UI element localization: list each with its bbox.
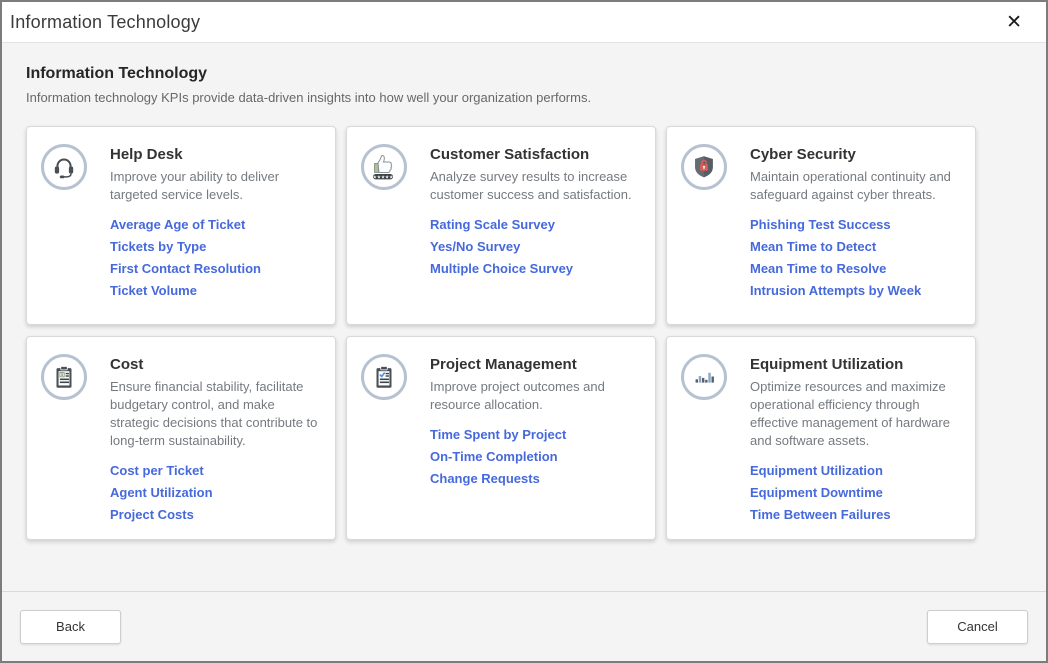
- clipboard-check-icon: [361, 354, 407, 400]
- card-content: Cost Ensure financial stability, facilit…: [110, 354, 319, 521]
- dialog-titlebar: Information Technology ✕: [2, 2, 1046, 43]
- kpi-link[interactable]: On-Time Completion: [430, 450, 639, 463]
- dialog-body: Information Technology Information techn…: [2, 43, 1046, 591]
- kpi-link[interactable]: Time Between Failures: [750, 508, 959, 521]
- kpi-link[interactable]: Multiple Choice Survey: [430, 262, 639, 275]
- card-title: Cost: [110, 356, 319, 373]
- clipboard-dollar-icon: $: [41, 354, 87, 400]
- kpi-link[interactable]: Mean Time to Detect: [750, 240, 959, 253]
- card-cyber-security: Cyber Security Maintain operational cont…: [666, 126, 976, 325]
- card-description: Optimize resources and maximize operatio…: [750, 378, 959, 450]
- kpi-link-list: Average Age of Ticket Tickets by Type Fi…: [110, 218, 319, 297]
- kpi-link[interactable]: Yes/No Survey: [430, 240, 639, 253]
- shield-lock-icon: [681, 144, 727, 190]
- headset-icon: [41, 144, 87, 190]
- kpi-link[interactable]: Intrusion Attempts by Week: [750, 284, 959, 297]
- kpi-link[interactable]: Rating Scale Survey: [430, 218, 639, 231]
- card-content: Cyber Security Maintain operational cont…: [750, 144, 959, 297]
- cancel-button[interactable]: Cancel: [927, 610, 1028, 644]
- kpi-link[interactable]: Change Requests: [430, 472, 639, 485]
- kpi-link[interactable]: Ticket Volume: [110, 284, 319, 297]
- card-content: Help Desk Improve your ability to delive…: [110, 144, 319, 297]
- card-description: Improve project outcomes and resource al…: [430, 378, 639, 414]
- information-technology-dialog: Information Technology ✕ Information Tec…: [0, 0, 1048, 663]
- bar-chart-icon: [681, 354, 727, 400]
- kpi-card-grid: Help Desk Improve your ability to delive…: [26, 126, 1022, 540]
- card-description: Improve your ability to deliver targeted…: [110, 168, 319, 204]
- card-project-management: Project Management Improve project outco…: [346, 336, 656, 540]
- page-subtitle: Information technology KPIs provide data…: [26, 90, 1022, 105]
- kpi-link[interactable]: Average Age of Ticket: [110, 218, 319, 231]
- kpi-link-list: Cost per Ticket Agent Utilization Projec…: [110, 464, 319, 521]
- card-title: Help Desk: [110, 146, 319, 163]
- kpi-link[interactable]: Agent Utilization: [110, 486, 319, 499]
- card-title: Project Management: [430, 356, 639, 373]
- card-content: Equipment Utilization Optimize resources…: [750, 354, 959, 521]
- card-customer-satisfaction: ★★★★★ Customer Satisfaction Analyze surv…: [346, 126, 656, 325]
- kpi-link-list: Phishing Test Success Mean Time to Detec…: [750, 218, 959, 297]
- kpi-link[interactable]: Project Costs: [110, 508, 319, 521]
- card-title: Customer Satisfaction: [430, 146, 639, 163]
- kpi-link[interactable]: Equipment Downtime: [750, 486, 959, 499]
- back-button[interactable]: Back: [20, 610, 121, 644]
- kpi-link[interactable]: Time Spent by Project: [430, 428, 639, 441]
- svg-text:★★★★★: ★★★★★: [373, 174, 394, 179]
- kpi-link[interactable]: First Contact Resolution: [110, 262, 319, 275]
- kpi-link[interactable]: Mean Time to Resolve: [750, 262, 959, 275]
- card-cost: $ Cost Ensure financial stability, facil…: [26, 336, 336, 540]
- page-title: Information Technology: [26, 65, 1022, 83]
- close-icon[interactable]: ✕: [1000, 9, 1028, 36]
- kpi-link-list: Time Spent by Project On-Time Completion…: [430, 428, 639, 485]
- kpi-link[interactable]: Tickets by Type: [110, 240, 319, 253]
- kpi-link-list: Equipment Utilization Equipment Downtime…: [750, 464, 959, 521]
- kpi-link-list: Rating Scale Survey Yes/No Survey Multip…: [430, 218, 639, 275]
- kpi-link[interactable]: Equipment Utilization: [750, 464, 959, 477]
- card-help-desk: Help Desk Improve your ability to delive…: [26, 126, 336, 325]
- card-equipment-utilization: Equipment Utilization Optimize resources…: [666, 336, 976, 540]
- card-description: Ensure financial stability, facilitate b…: [110, 378, 319, 450]
- kpi-link[interactable]: Cost per Ticket: [110, 464, 319, 477]
- card-title: Cyber Security: [750, 146, 959, 163]
- card-content: Project Management Improve project outco…: [430, 354, 639, 485]
- card-description: Analyze survey results to increase custo…: [430, 168, 639, 204]
- card-description: Maintain operational continuity and safe…: [750, 168, 959, 204]
- thumbs-up-rating-icon: ★★★★★: [361, 144, 407, 190]
- kpi-link[interactable]: Phishing Test Success: [750, 218, 959, 231]
- dialog-footer: Back Cancel: [2, 591, 1046, 661]
- card-content: Customer Satisfaction Analyze survey res…: [430, 144, 639, 275]
- card-title: Equipment Utilization: [750, 356, 959, 373]
- dialog-title: Information Technology: [10, 12, 200, 33]
